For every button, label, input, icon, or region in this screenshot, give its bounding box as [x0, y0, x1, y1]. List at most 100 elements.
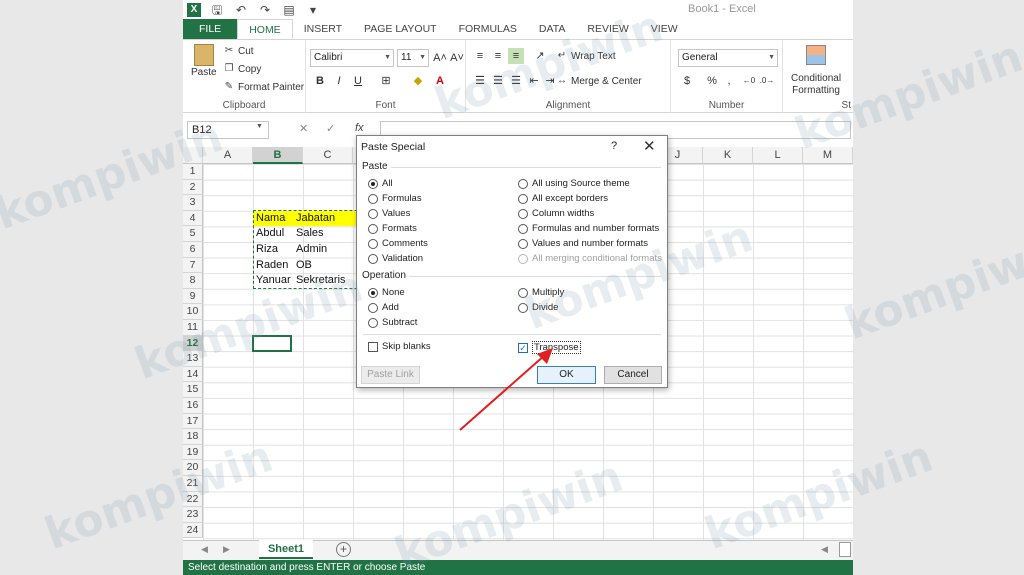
decrease-decimal-icon[interactable]: .0→: [759, 73, 775, 89]
row-header-8[interactable]: 8: [183, 273, 203, 289]
option-comments[interactable]: Comments: [368, 238, 428, 249]
conditional-formatting-icon[interactable]: [806, 45, 826, 65]
save-icon[interactable]: 🖫: [209, 3, 225, 17]
close-icon[interactable]: ✕: [643, 137, 656, 155]
font-color-icon[interactable]: A: [432, 73, 448, 89]
row-header-13[interactable]: 13: [183, 351, 203, 367]
row-header-3[interactable]: 3: [183, 195, 203, 211]
borders-icon[interactable]: ⊞: [378, 73, 394, 89]
bold-button[interactable]: B: [312, 73, 328, 89]
paste-button[interactable]: Paste: [191, 44, 217, 78]
row-header-11[interactable]: 11: [183, 320, 203, 336]
percent-button[interactable]: %: [704, 73, 720, 89]
option-validation[interactable]: Validation: [368, 253, 423, 264]
row-header-10[interactable]: 10: [183, 304, 203, 320]
column-header-m[interactable]: M: [803, 147, 853, 164]
option-formulas-and-number-formats[interactable]: Formulas and number formats: [518, 223, 659, 234]
row-header-17[interactable]: 17: [183, 413, 203, 430]
increase-font-icon[interactable]: A˄: [432, 50, 448, 66]
row-header-12[interactable]: 12: [183, 335, 203, 352]
enter-entry-icon[interactable]: ✓: [326, 122, 335, 135]
select-all-corner[interactable]: [183, 147, 203, 164]
option-formulas[interactable]: Formulas: [368, 193, 422, 204]
option-formats[interactable]: Formats: [368, 223, 417, 234]
row-header-22[interactable]: 22: [183, 491, 203, 508]
row-header-23[interactable]: 23: [183, 507, 203, 523]
font-name-select[interactable]: Calibri ▼: [310, 49, 394, 67]
option-subtract[interactable]: Subtract: [368, 317, 417, 328]
decrease-indent-icon[interactable]: ⇤: [526, 73, 542, 89]
sheet-tab-sheet1[interactable]: Sheet1: [259, 540, 313, 559]
option-add[interactable]: Add: [368, 302, 399, 313]
column-header-a[interactable]: A: [203, 147, 253, 164]
insert-function-button[interactable]: fx: [355, 122, 364, 134]
row-header-2[interactable]: 2: [183, 179, 203, 196]
row-header-20[interactable]: 20: [183, 460, 203, 476]
scroll-right-icon[interactable]: ▶: [223, 544, 230, 555]
help-button[interactable]: ?: [611, 140, 617, 152]
column-header-c[interactable]: C: [303, 147, 353, 164]
fill-color-icon[interactable]: ◆: [410, 73, 426, 89]
row-header-7[interactable]: 7: [183, 257, 203, 274]
option-values[interactable]: Values: [368, 208, 410, 219]
row-header-5[interactable]: 5: [183, 226, 203, 242]
option-values-and-number-formats[interactable]: Values and number formats: [518, 238, 648, 249]
column-header-b[interactable]: B: [253, 147, 303, 164]
column-header-l[interactable]: L: [753, 147, 803, 164]
tab-view[interactable]: VIEW: [640, 19, 689, 39]
form-icon[interactable]: ▤: [281, 3, 297, 17]
row-header-18[interactable]: 18: [183, 429, 203, 445]
option-all-using-source-theme[interactable]: All using Source theme: [518, 178, 630, 189]
underline-button[interactable]: U: [350, 73, 366, 89]
tab-review[interactable]: REVIEW: [576, 19, 639, 39]
option-column-widths[interactable]: Column widths: [518, 208, 594, 219]
conditional-formatting-button[interactable]: Conditional Formatting: [791, 73, 841, 96]
cancel-entry-icon[interactable]: ✕: [299, 122, 308, 135]
option-all-except-borders[interactable]: All except borders: [518, 193, 608, 204]
align-middle-icon[interactable]: ≡: [490, 48, 506, 64]
tab-file[interactable]: FILE: [183, 19, 238, 39]
active-cell[interactable]: [252, 334, 292, 353]
orientation-icon[interactable]: ↗: [532, 48, 548, 64]
scroll-left-icon[interactable]: ◀: [201, 544, 208, 555]
paste-link-button[interactable]: Paste Link: [361, 366, 420, 384]
italic-button[interactable]: I: [331, 73, 347, 89]
add-sheet-icon[interactable]: +: [336, 542, 351, 557]
row-header-24[interactable]: 24: [183, 522, 203, 539]
hscroll-thumb[interactable]: [839, 542, 851, 557]
row-header-16[interactable]: 16: [183, 398, 203, 414]
decrease-font-icon[interactable]: A˅: [449, 50, 465, 66]
row-header-21[interactable]: 21: [183, 476, 203, 492]
row-header-9[interactable]: 9: [183, 288, 203, 305]
option-divide[interactable]: Divide: [518, 302, 558, 313]
row-header-6[interactable]: 6: [183, 242, 203, 258]
row-header-14[interactable]: 14: [183, 366, 203, 383]
cancel-button[interactable]: Cancel: [604, 366, 662, 384]
tab-formulas[interactable]: FORMULAS: [448, 19, 528, 39]
customize-qat-icon[interactable]: ▾: [305, 3, 321, 17]
tab-home[interactable]: HOME: [237, 19, 293, 39]
comma-button[interactable]: ,: [721, 73, 737, 89]
align-bottom-icon[interactable]: ≡: [508, 48, 524, 64]
option-none[interactable]: None: [368, 287, 405, 298]
align-center-icon[interactable]: ☰: [490, 73, 506, 89]
font-size-select[interactable]: 11 ▼: [397, 49, 429, 67]
option-all[interactable]: All: [368, 178, 393, 189]
align-left-icon[interactable]: ☰: [472, 73, 488, 89]
name-box-chevron-icon[interactable]: ▼: [256, 123, 263, 130]
redo-icon[interactable]: ↷: [257, 3, 273, 17]
align-top-icon[interactable]: ≡: [472, 48, 488, 64]
option-multiply[interactable]: Multiply: [518, 287, 564, 298]
tab-insert[interactable]: INSERT: [293, 19, 353, 39]
row-header-15[interactable]: 15: [183, 382, 203, 398]
align-right-icon[interactable]: ☰: [508, 73, 524, 89]
undo-icon[interactable]: ↶: [233, 3, 249, 17]
cut-button[interactable]: ✂ Cut: [223, 45, 254, 57]
merge-center-button[interactable]: ↔ Merge & Center: [556, 75, 642, 87]
skip-blanks-checkbox[interactable]: Skip blanks: [368, 341, 431, 352]
format-painter-button[interactable]: ✎ Format Painter: [223, 81, 304, 93]
currency-button[interactable]: $: [679, 73, 695, 89]
wrap-text-button[interactable]: ↵ Wrap Text: [556, 50, 616, 62]
row-header-19[interactable]: 19: [183, 444, 203, 461]
tab-data[interactable]: DATA: [528, 19, 576, 39]
